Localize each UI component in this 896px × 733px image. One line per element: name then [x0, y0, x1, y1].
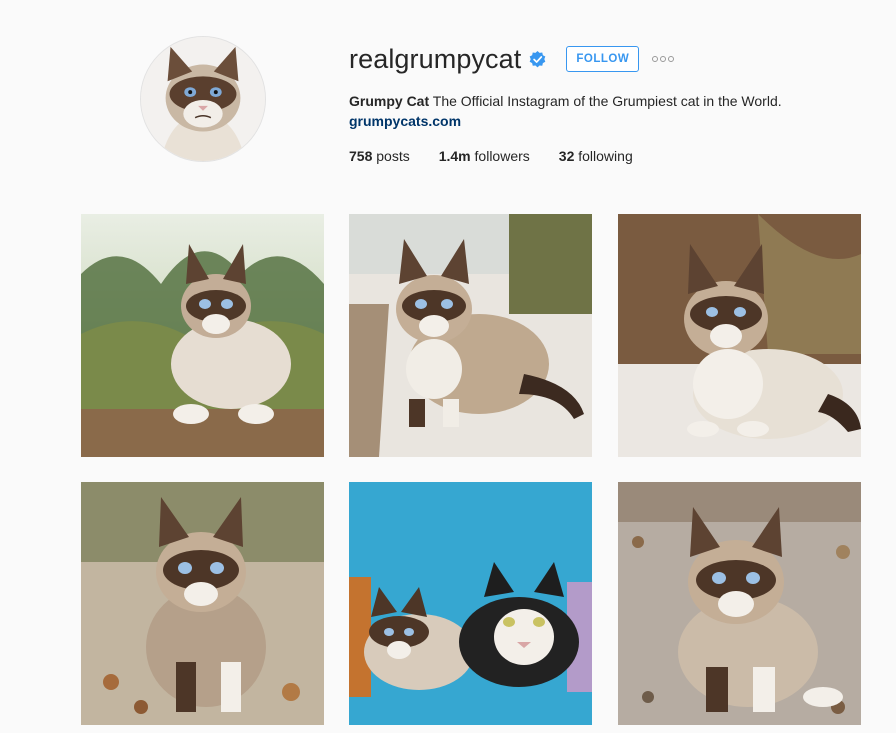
posts-label: posts [376, 148, 410, 164]
cat-on-gravel-photo [618, 482, 861, 725]
post-thumbnail[interactable] [349, 482, 592, 725]
dot-icon [668, 56, 675, 62]
cat-on-path-photo [349, 214, 592, 457]
profile-bio: Grumpy Cat The Official Instagram of the… [349, 92, 869, 110]
following-count: 32 [558, 148, 575, 164]
profile-page: realgrumpycat FOLLOW Grumpy Cat The Offi… [0, 0, 896, 733]
stat-posts: 758 posts [349, 148, 410, 164]
profile-full-name: Grumpy Cat [349, 93, 430, 109]
verified-badge-icon [529, 50, 546, 68]
profile-stats: 758 posts 1.4m followers 32 following [349, 148, 869, 164]
post-thumbnail[interactable] [81, 214, 324, 457]
post-thumbnail[interactable] [618, 214, 861, 457]
profile-avatar[interactable] [140, 36, 266, 162]
profile-website-link[interactable]: grumpycats.com [349, 113, 461, 129]
post-thumbnail[interactable] [81, 482, 324, 725]
grumpy-cat-avatar-image [141, 37, 265, 161]
followers-label: followers [474, 148, 530, 164]
profile-info: realgrumpycat FOLLOW Grumpy Cat The Offi… [349, 40, 869, 164]
profile-title-row: realgrumpycat FOLLOW [349, 40, 869, 78]
cat-on-ledge-photo [618, 214, 861, 457]
cat-on-leaves-photo [81, 482, 324, 725]
following-label: following [578, 148, 633, 164]
followers-count: 1.4m [438, 148, 471, 164]
more-options-icon[interactable] [652, 56, 675, 62]
post-thumbnail[interactable] [349, 214, 592, 457]
profile-username: realgrumpycat [349, 44, 522, 74]
cat-in-grass-photo [81, 214, 324, 457]
profile-bio-text: The Official Instagram of the Grumpiest … [432, 93, 782, 109]
dot-icon [652, 56, 659, 62]
follow-button[interactable]: FOLLOW [566, 46, 640, 72]
post-thumbnail[interactable] [618, 482, 861, 725]
stat-following[interactable]: 32 following [559, 148, 633, 164]
posts-count: 758 [349, 148, 373, 164]
stat-followers[interactable]: 1.4m followers [439, 148, 530, 164]
dot-icon [660, 56, 667, 62]
two-cats-blue-background-photo [349, 482, 592, 725]
